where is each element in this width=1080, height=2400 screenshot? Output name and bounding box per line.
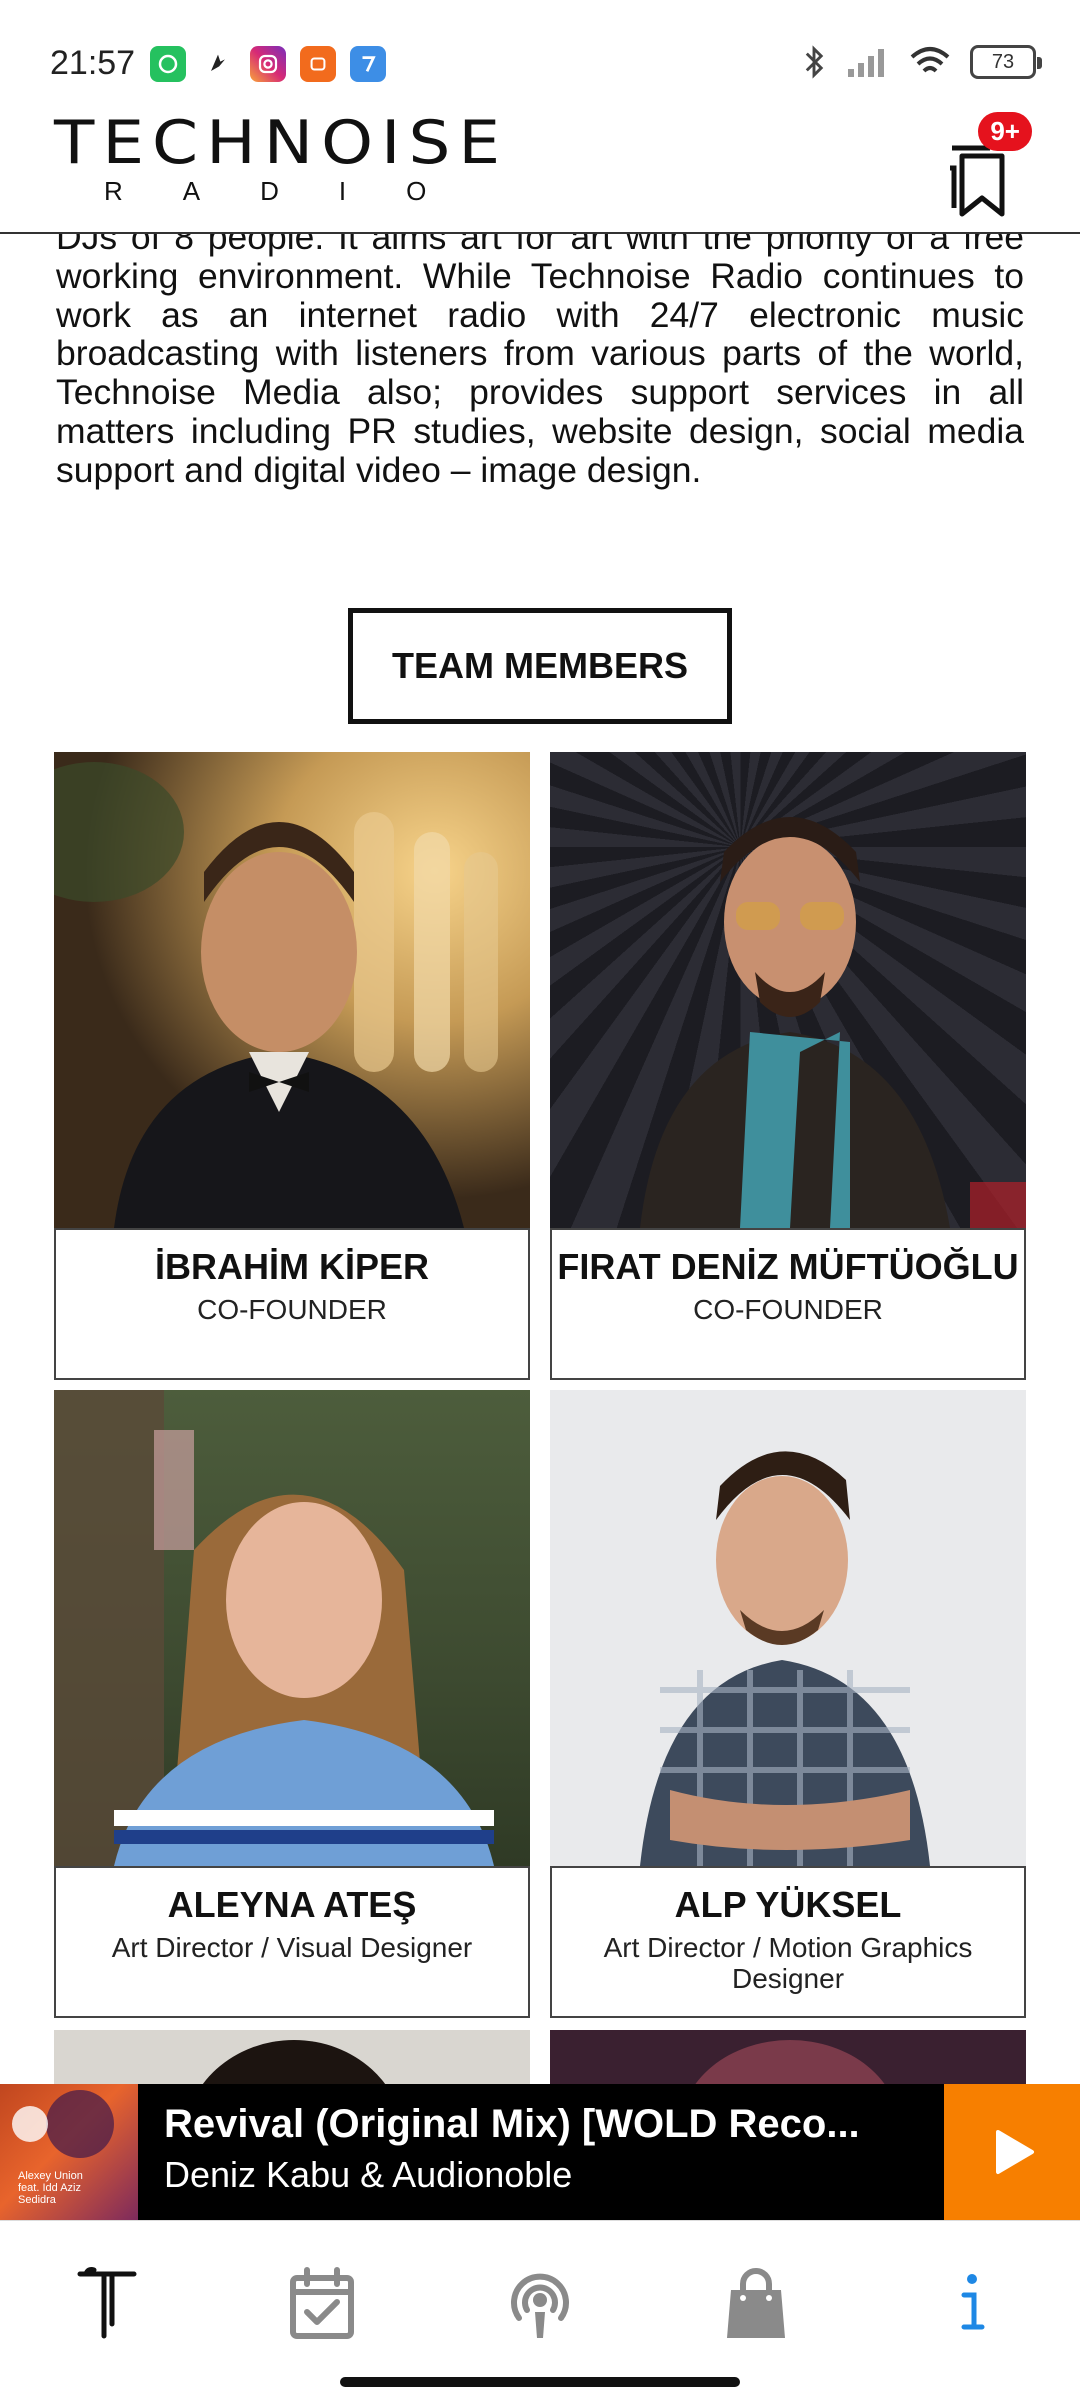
status-time: 21:57	[50, 44, 136, 82]
member-name: ALEYNA ATEŞ	[167, 1884, 417, 1925]
now-playing-bar[interactable]: Alexey Union feat. Idd Aziz Sedidra Revi…	[0, 2084, 1080, 2220]
team-member-card[interactable]: İBRAHİM KİPER CO-FOUNDER	[54, 752, 530, 1380]
member-info: ALEYNA ATEŞ Art Director / Visual Design…	[54, 1866, 530, 2018]
team-member-card[interactable]	[54, 2030, 530, 2084]
track-artist[interactable]: Deniz Kabu & Audionoble	[164, 2154, 572, 2196]
member-name: İBRAHİM KİPER	[154, 1246, 429, 1287]
logo-sub-text: RADIO	[104, 176, 487, 206]
team-member-card[interactable]	[550, 2030, 1026, 2084]
nav-podcasts[interactable]	[495, 2259, 585, 2349]
member-name: ALP YÜKSEL	[674, 1884, 902, 1925]
system-icons: 73	[800, 44, 1042, 80]
nav-home[interactable]	[62, 2259, 152, 2349]
bookmarks-badge: 9+	[978, 112, 1032, 151]
mi-app-icon	[300, 46, 336, 82]
nav-info[interactable]	[927, 2259, 1017, 2349]
info-icon	[961, 2274, 985, 2330]
team-members-button[interactable]: TEAM MEMBERS	[348, 608, 732, 724]
team-member-card[interactable]: ALP YÜKSEL Art Director / Motion Graphic…	[550, 1390, 1026, 2018]
instagram-icon	[250, 46, 286, 82]
main-content[interactable]: DJs of 8 people. It aims art for art wit…	[0, 234, 1080, 2084]
bluetooth-icon	[805, 45, 824, 79]
member-photo	[54, 2030, 530, 2084]
battery-indicator: 73	[970, 45, 1042, 79]
logo-main-text: TECHNOISE	[54, 107, 509, 178]
team-member-card[interactable]: ALEYNA ATEŞ Art Director / Visual Design…	[54, 1390, 530, 2018]
seven-app-icon	[350, 46, 386, 82]
technoise-radio-logo[interactable]: TECHNOISE RADIO	[54, 107, 509, 206]
member-photo	[550, 2030, 1026, 2084]
member-role: Art Director / Motion Graphics Designer	[603, 1932, 973, 1994]
calendar-check-icon	[290, 2267, 354, 2339]
bottom-navigation	[0, 2220, 1080, 2400]
play-button[interactable]	[944, 2084, 1080, 2220]
member-info: ALP YÜKSEL Art Director / Motion Graphic…	[550, 1866, 1026, 2018]
app-header: TECHNOISE RADIO 9+	[0, 100, 1080, 234]
about-text: DJs of 8 people. It aims art for art wit…	[56, 234, 1024, 490]
member-role: CO-FOUNDER	[197, 1294, 387, 1325]
member-photo	[54, 1390, 530, 1866]
team-member-card[interactable]: FIRAT DENİZ MÜFTÜOĞLU CO-FOUNDER	[550, 752, 1026, 1380]
play-icon	[996, 2130, 1034, 2174]
member-info: FIRAT DENİZ MÜFTÜOĞLU CO-FOUNDER	[550, 1228, 1026, 1380]
whatsapp-icon	[150, 46, 186, 82]
nav-schedule[interactable]	[277, 2259, 367, 2349]
member-name: FIRAT DENİZ MÜFTÜOĞLU	[557, 1246, 1019, 1287]
member-photo	[54, 752, 530, 1228]
shopping-bag-icon	[727, 2268, 785, 2338]
member-role: CO-FOUNDER	[693, 1294, 883, 1325]
member-role: Art Director / Visual Designer	[111, 1932, 473, 1963]
track-title[interactable]: Revival (Original Mix) [WOLD Reco...	[164, 2102, 924, 2147]
member-photo	[550, 1390, 1026, 1866]
wifi-icon	[910, 47, 950, 73]
status-bar: 21:57 73	[0, 0, 1080, 100]
signal-icon	[848, 49, 884, 77]
member-info: İBRAHİM KİPER CO-FOUNDER	[54, 1228, 530, 1380]
bookmarks-button[interactable]: 9+	[940, 112, 1032, 220]
member-photo	[550, 752, 1026, 1228]
notification-icons	[150, 46, 386, 82]
cover-text: Alexey Union feat. Idd Aziz Sedidra	[18, 2170, 83, 2206]
bird-app-icon	[200, 46, 236, 82]
album-cover[interactable]: Alexey Union feat. Idd Aziz Sedidra	[0, 2084, 138, 2220]
podcast-icon	[511, 2273, 569, 2338]
nav-shop[interactable]	[711, 2259, 801, 2349]
technoise-logo-icon	[77, 2267, 137, 2339]
home-indicator[interactable]	[340, 2377, 740, 2387]
